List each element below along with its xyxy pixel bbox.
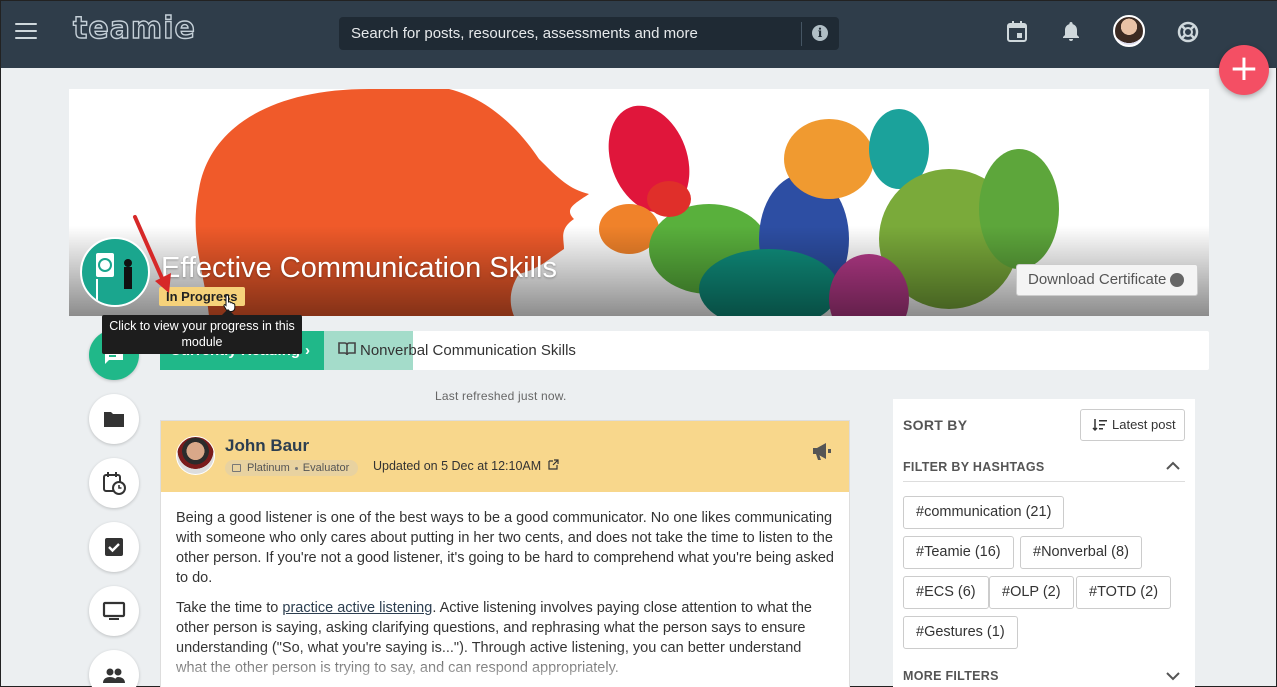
hashtag-nonverbal[interactable]: #Nonverbal (8): [1020, 536, 1142, 569]
tasks-tab-button[interactable]: [89, 522, 139, 572]
badge-icon: [232, 464, 241, 472]
hashtag-totd[interactable]: #TOTD (2): [1076, 576, 1172, 609]
author-name[interactable]: John Baur: [225, 436, 309, 456]
external-link-icon: [548, 459, 559, 470]
module-title: Effective Communication Skills: [161, 252, 557, 284]
currently-reading-bar: Currently Reading › Nonverbal Communicat…: [160, 331, 1209, 370]
author-role-badge: Platinum Evaluator: [225, 460, 359, 476]
chevron-down-icon[interactable]: [1166, 671, 1180, 681]
filters-divider: [903, 481, 1185, 482]
menu-icon[interactable]: [15, 23, 37, 41]
add-icon[interactable]: +: [1219, 45, 1269, 95]
updated-text: Updated on 5 Dec at 12:10AM: [373, 459, 542, 473]
post-card: John Baur Platinum Evaluator Updated on 5…: [160, 420, 850, 687]
badge-level: Platinum: [247, 462, 290, 474]
post-header: John Baur Platinum Evaluator Updated on 5…: [161, 421, 849, 492]
annotation-arrow-icon: [133, 215, 171, 293]
bell-icon[interactable]: [1059, 20, 1083, 44]
info-icon[interactable]: i: [812, 25, 828, 41]
chevron-right-icon: ›: [305, 342, 310, 359]
author-avatar[interactable]: [176, 436, 215, 475]
folder-icon: [104, 412, 124, 427]
checkbox-icon: [105, 538, 123, 556]
hashtag-olp[interactable]: #OLP (2): [989, 576, 1074, 609]
sort-value: Latest post: [1112, 417, 1176, 432]
calendar-icon[interactable]: [1005, 20, 1029, 44]
post-updated-time[interactable]: Updated on 5 Dec at 12:10AM: [373, 459, 559, 473]
chevron-up-icon[interactable]: [1166, 461, 1180, 471]
user-avatar[interactable]: [1113, 15, 1145, 47]
hashtag-gestures[interactable]: #Gestures (1): [903, 616, 1018, 649]
more-filters-toggle[interactable]: MORE FILTERS: [903, 669, 999, 683]
sort-icon: [1092, 419, 1107, 432]
people-icon: [103, 668, 125, 683]
download-icon: [1170, 273, 1184, 287]
last-refreshed-note: Last refreshed just now.: [435, 389, 567, 403]
resources-tab-button[interactable]: [89, 394, 139, 444]
sort-by-label: SORT BY: [903, 417, 968, 433]
announcement-megaphone-icon[interactable]: [811, 441, 833, 461]
author-role: Evaluator: [302, 462, 350, 474]
reading-item-link[interactable]: Nonverbal Communication Skills: [324, 331, 576, 370]
filter-by-hashtags-label: FILTER BY HASHTAGS: [903, 460, 1045, 474]
teamie-logo[interactable]: teamie: [72, 10, 196, 46]
search-divider: [801, 22, 802, 46]
progress-tooltip: Click to view your progress in this modu…: [102, 315, 302, 354]
top-navigation-bar: teamie i: [1, 1, 1277, 68]
people-tab-button[interactable]: [89, 650, 139, 687]
search-box: [339, 17, 839, 50]
calendar-clock-icon: [103, 472, 126, 495]
hashtag-teamie[interactable]: #Teamie (16): [903, 536, 1014, 569]
monitor-icon: [102, 601, 126, 620]
hashtag-communication[interactable]: #communication (21): [903, 496, 1065, 529]
para2-text-before: Take the time to: [176, 600, 283, 616]
hashtag-ecs[interactable]: #ECS (6): [903, 576, 989, 609]
book-icon: [338, 342, 356, 356]
sort-dropdown-button[interactable]: Latest post: [1080, 409, 1185, 441]
search-input[interactable]: [339, 17, 801, 50]
schedule-tab-button[interactable]: [89, 458, 139, 508]
filter-panel: SORT BY Latest post FILTER BY HASHTAGS #…: [893, 399, 1195, 687]
post-paragraph-1: Being a good listener is one of the best…: [176, 510, 835, 586]
download-certificate-button[interactable]: Download Certificate: [1016, 264, 1198, 296]
reading-item-title: Nonverbal Communication Skills: [360, 342, 576, 359]
download-certificate-label: Download Certificate: [1028, 271, 1167, 288]
help-icon[interactable]: [1176, 20, 1200, 44]
practice-active-listening-link[interactable]: practice active listening: [282, 600, 432, 616]
post-fade: [161, 648, 849, 687]
classroom-tab-button[interactable]: [89, 586, 139, 636]
